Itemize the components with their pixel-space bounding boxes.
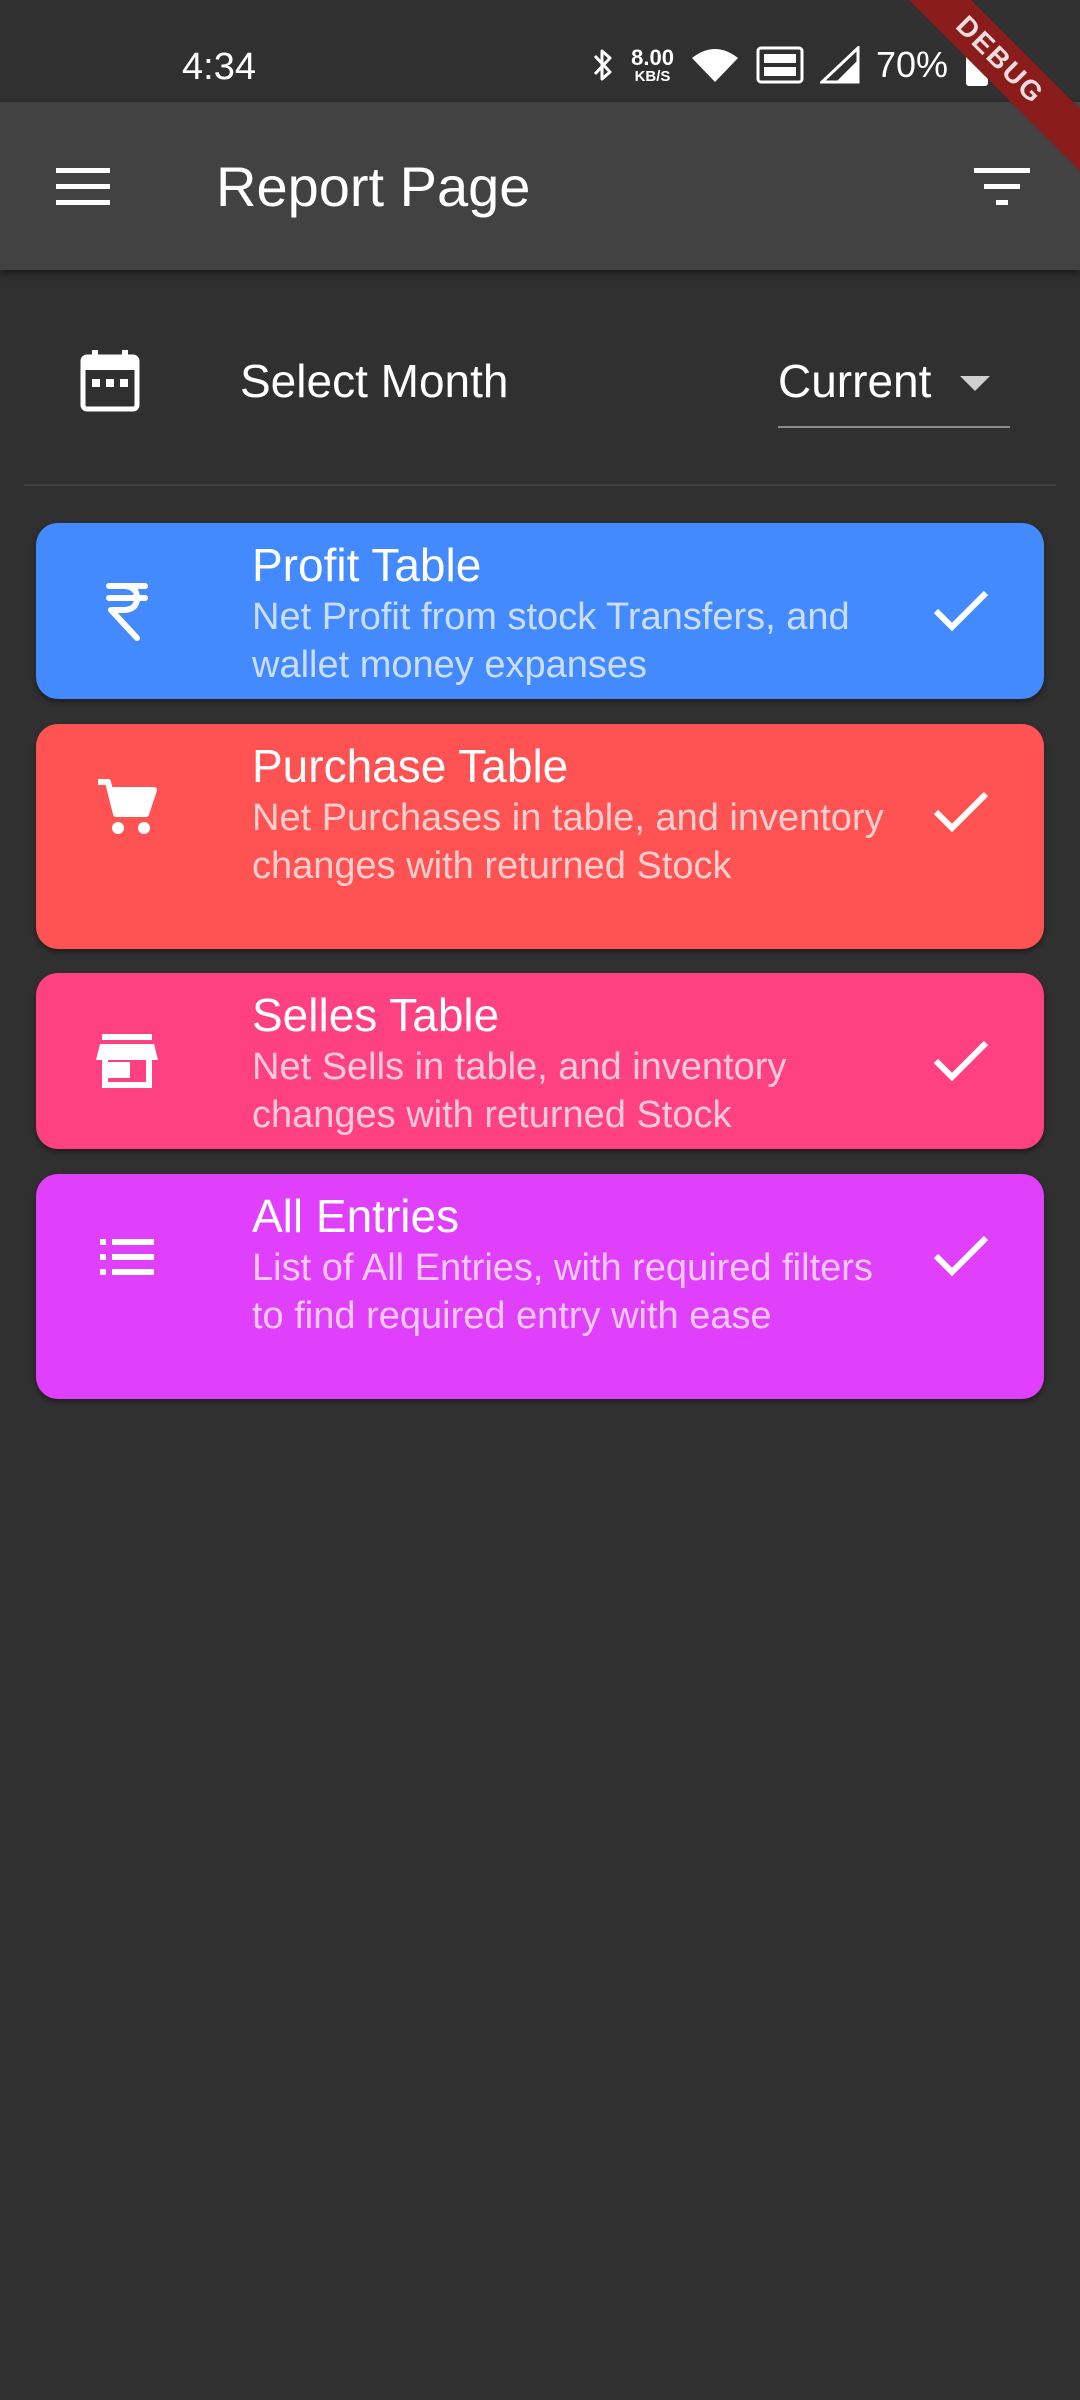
month-dropdown-value: Current — [778, 355, 932, 407]
report-card-sales[interactable]: Selles Table Net Sells in table, and inv… — [36, 973, 1044, 1149]
network-speed: 8.00 KB/S — [631, 44, 674, 85]
wifi-icon — [690, 46, 740, 84]
signal-icon — [819, 46, 860, 84]
report-card-text: Purchase Table Net Purchases in table, a… — [252, 738, 892, 890]
select-month-label: Select Month — [240, 355, 509, 407]
battery-level: 70% — [875, 44, 948, 85]
check-icon — [932, 1234, 990, 1278]
app-bar: Report Page — [0, 102, 1080, 270]
page-title: Report Page — [216, 155, 531, 218]
report-card-purchase[interactable]: Purchase Table Net Purchases in table, a… — [36, 724, 1044, 949]
check-icon — [932, 589, 990, 633]
report-card-profit[interactable]: Profit Table Net Profit from stock Trans… — [36, 523, 1044, 699]
bluetooth-icon — [591, 46, 615, 84]
report-title: Profit Table — [252, 539, 482, 591]
list-icon — [96, 1226, 158, 1288]
report-card-text: All Entries List of All Entries, with re… — [252, 1188, 892, 1340]
dropdown-arrow-icon — [960, 376, 990, 391]
report-card-all-entries[interactable]: All Entries List of All Entries, with re… — [36, 1174, 1044, 1399]
report-card-text: Profit Table Net Profit from stock Trans… — [252, 537, 892, 689]
calendar-icon — [80, 348, 140, 412]
menu-icon[interactable] — [54, 166, 114, 208]
report-title: Purchase Table — [252, 740, 569, 792]
report-title: Selles Table — [252, 989, 500, 1041]
report-description: Net Purchases in table, and inventory ch… — [252, 797, 884, 887]
report-card-text: Selles Table Net Sells in table, and inv… — [252, 987, 892, 1139]
month-dropdown[interactable]: Current — [778, 348, 1010, 428]
status-icons: 8.00 KB/S 70% — [591, 40, 990, 90]
status-time: 4:34 — [182, 46, 256, 88]
report-description: List of All Entries, with required filte… — [252, 1247, 873, 1337]
filter-icon[interactable] — [972, 166, 1034, 208]
month-selector-row: Select Month Current — [24, 270, 1056, 486]
cart-icon — [96, 776, 158, 838]
vowifi-icon — [756, 46, 804, 84]
check-icon — [932, 1039, 990, 1083]
store-icon — [96, 1030, 158, 1092]
report-description: Net Sells in table, and inventory change… — [252, 1046, 787, 1136]
report-description: Net Profit from stock Transfers, and wal… — [252, 596, 850, 686]
rupee-icon — [96, 580, 158, 642]
status-bar: 4:34 8.00 KB/S 70% — [0, 0, 1080, 102]
report-title: All Entries — [252, 1190, 460, 1242]
check-icon — [932, 790, 990, 834]
